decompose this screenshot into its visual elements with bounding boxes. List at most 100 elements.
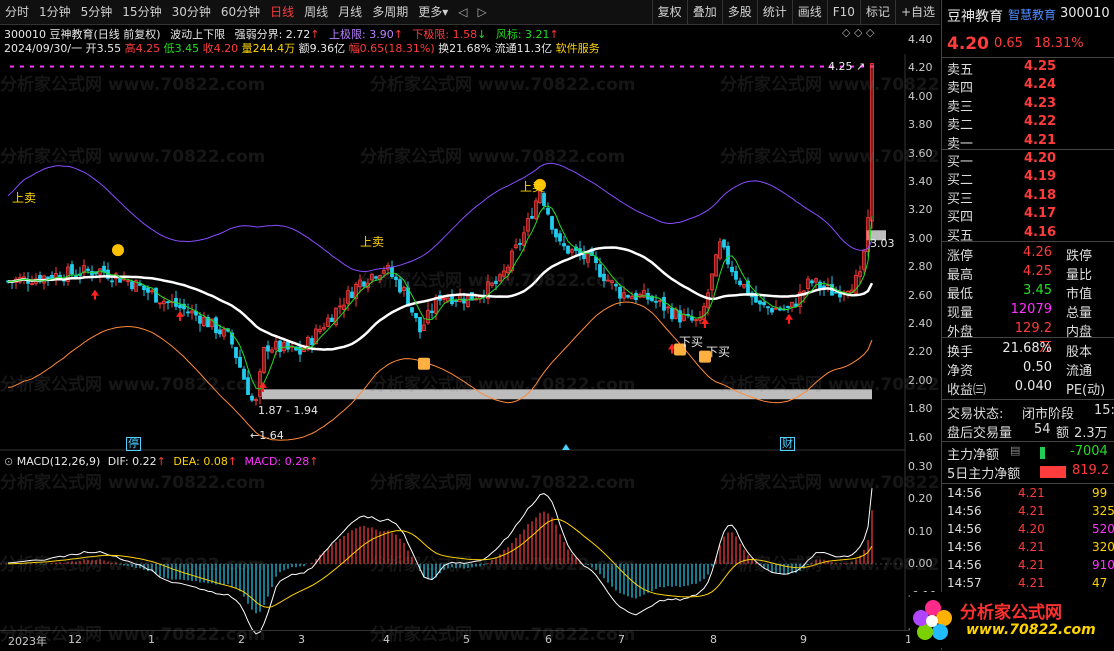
stat-label: 最高 [947,268,974,283]
tick-row: 14:56 4.21 910 [942,558,1114,576]
top-dot [530,65,534,68]
sell-signal-2: 上卖 [360,235,385,249]
price-tick: 4.00 [908,89,933,103]
kline-chart[interactable] [0,54,940,650]
toolbar-action-4[interactable]: 画线 [791,0,827,24]
top-dot [430,65,434,68]
candle-body [766,306,770,309]
chart-tools[interactable]: ◇ ◇ ◇ [842,26,874,39]
ask-row[interactable]: 卖二 4.22 [942,114,1114,133]
top-dot [70,65,74,68]
bid-row[interactable]: 买四 4.17 [942,206,1114,225]
period-tab-3[interactable]: 15分钟 [117,0,166,24]
macd-tick: 0.00 [908,556,933,570]
bid-row[interactable]: 买二 4.19 [942,169,1114,188]
event-fin-badge[interactable]: 财 [780,437,795,451]
period-tab-1[interactable]: 1分钟 [34,0,76,24]
stat-value: 12079 [1010,302,1052,317]
bid-row[interactable]: 买五 4.16 [942,225,1114,244]
list-icon[interactable]: ▤ [1010,444,1020,457]
candle-body [654,300,658,303]
time-tick: 2023年 [8,635,47,648]
nav-forward-icon[interactable]: ▷ [472,0,491,24]
period-tab-2[interactable]: 5分钟 [76,0,118,24]
top-dot [130,65,134,68]
top-dot [550,65,554,68]
ask-row[interactable]: 卖三 4.23 [942,96,1114,115]
bid-row[interactable]: 买一 4.20 [942,151,1114,170]
ask-row[interactable]: 卖五 4.25 [942,59,1114,78]
candle-body [410,307,414,313]
candle-body [234,347,238,359]
ask-label: 卖三 [947,99,974,115]
main-net5-label: 5日主力净额 [947,467,1021,482]
price-axis: 4.40 4.20 4.00 3.80 3.60 3.40 3.20 3.00 2.80 2.60… [908,0,940,450]
top-dot [90,65,94,68]
period-tab-0[interactable]: 分时 [0,0,34,24]
price-tick: 4.20 [908,61,933,75]
period-tab-6[interactable]: 日线 [265,0,299,24]
top-dot [740,65,744,68]
time-tick: 4 [383,633,390,646]
ask-price: 4.22 [1024,114,1057,130]
candle-body [454,300,458,302]
candle-body [146,287,150,293]
collapse-icon[interactable]: ⊙ [4,455,13,468]
candle-body [430,310,434,314]
candle-body [166,301,170,304]
toolbar-action-2[interactable]: 多股 [721,0,757,24]
top-dot [200,65,204,68]
period-tab-9[interactable]: 多周期 [367,0,413,24]
arrow-up-icon: ↑ [227,455,238,468]
event-stop-badge[interactable]: 停 [126,437,141,451]
net5-bar [1040,466,1066,478]
bid-price: 4.19 [1024,169,1057,185]
top-dot [760,65,764,68]
period-tab-5[interactable]: 60分钟 [216,0,265,24]
time-tick: 12 [68,633,82,646]
after-hours-label: 盘后交易量 [947,426,1013,441]
period-tab-4[interactable]: 30分钟 [167,0,216,24]
stat-row: 现量 12079 总量 [942,302,1114,321]
candle-body [330,317,334,323]
candle-body [834,291,838,294]
toolbar-action-3[interactable]: 统计 [756,0,792,24]
ask-row[interactable]: 卖一 4.21 [942,132,1114,152]
time-tick: 1 [148,633,155,646]
top-dot [240,65,244,68]
period-tab-8[interactable]: 月线 [333,0,367,24]
quote-panel: 豆神教育 智慧教育 300010 4.20 0.65 18.31% 卖五 4.25… [910,0,1114,650]
stat-label: 收益㈢ [947,383,987,398]
toolbar-action-1[interactable]: 叠加 [686,0,722,24]
candle-body [398,279,402,293]
nav-back-icon[interactable]: ◁ [453,0,472,24]
stat-label-2: 流通 [1066,364,1093,379]
last-price: 4.20 [947,34,989,54]
top-dot [100,65,104,68]
candle-body [154,287,158,303]
toolbar-action-0[interactable]: 复权 [651,0,687,24]
macd-dif: DIF: 0.22 [107,455,157,468]
candle-body [670,307,674,320]
top-dot [310,65,314,68]
period-tab-10[interactable]: 更多▾ [413,0,453,24]
ask-row[interactable]: 卖四 4.24 [942,77,1114,96]
toolbar-action-5[interactable]: F10 [826,0,860,24]
top-dot [300,65,304,68]
tick-row: 14:56 4.21 320 [942,540,1114,558]
toolbar-action-6[interactable]: 标记 [859,0,895,24]
top-dot [40,65,44,68]
bid-price: 4.20 [1024,151,1057,166]
candle-body [786,306,790,308]
band-annotation: 1.87 - 1.94 [258,404,318,417]
stock-concept[interactable]: 智慧教育 [1008,6,1056,23]
tick-volume: 320 [1092,540,1114,554]
ask-price: 4.21 [1024,132,1057,148]
top-dot [400,65,404,68]
tick-price: 4.20 [1018,522,1045,536]
top-dot [700,65,704,68]
period-tab-7[interactable]: 周线 [299,0,333,24]
buy-arrow-icon [91,289,99,300]
top-dot [230,65,234,68]
bid-row[interactable]: 买三 4.18 [942,188,1114,207]
